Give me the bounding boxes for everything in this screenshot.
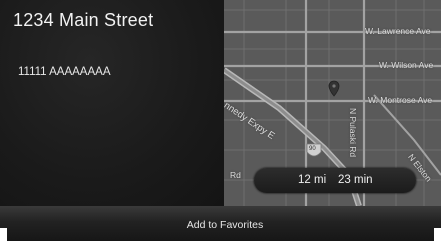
destination-address: 1234 Main Street bbox=[13, 10, 154, 30]
destination-info-panel: 1234 Main Street 11111 AAAAAAAA bbox=[0, 0, 224, 206]
route-time: 23 min bbox=[338, 174, 373, 186]
add-to-favorites-button[interactable]: Add to Favorites bbox=[150, 206, 300, 241]
destination-detail: 11111 AAAAAAAA bbox=[18, 66, 111, 78]
highway-shield-number: 90 bbox=[309, 146, 316, 152]
action-bar: Add to Favorites bbox=[0, 206, 441, 241]
street-label-wilson: W. Wilson Ave bbox=[379, 60, 434, 70]
screen-corner-left bbox=[0, 228, 7, 241]
street-label-pulaski: N Pulaski Rd bbox=[348, 108, 358, 158]
route-distance: 12 mi bbox=[298, 174, 327, 186]
route-summary-pill: 12 mi 23 min bbox=[254, 168, 416, 193]
street-label-rd: Rd bbox=[230, 170, 241, 180]
street-label-lawrence: W. Lawrence Ave bbox=[365, 26, 431, 36]
navigation-screen: 1234 Main Street 11111 AAAAAAAA W. Lawre… bbox=[0, 0, 441, 241]
screen-corner-right bbox=[434, 228, 441, 241]
street-label-montrose: W. Montrose Ave bbox=[368, 95, 433, 105]
